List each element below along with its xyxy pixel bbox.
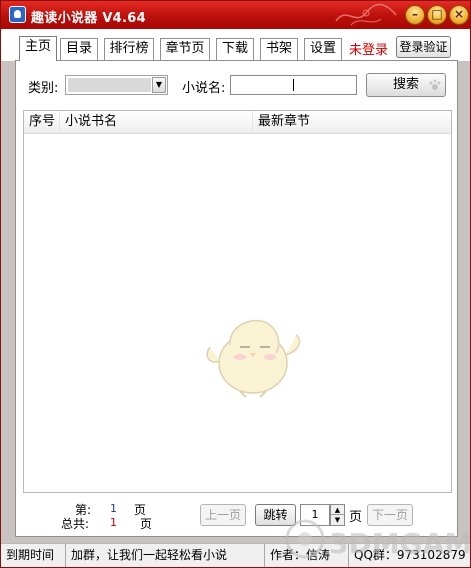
jump-page-input[interactable]: 1: [300, 504, 330, 526]
mascot-chick-icon: [206, 319, 301, 398]
total-pages-label: 总共:: [61, 517, 90, 531]
spin-up-icon[interactable]: ▲: [331, 505, 344, 515]
search-button-label: 搜索: [392, 77, 419, 92]
tab-ranking[interactable]: 排行榜: [104, 38, 154, 60]
title-decoration-icon: [335, 3, 397, 26]
status-qq-group[interactable]: QQ群：973102879: [349, 544, 470, 567]
current-page-number: 1: [110, 502, 117, 515]
minimize-button[interactable]: –: [405, 5, 425, 25]
search-button[interactable]: 搜索: [366, 73, 446, 97]
novel-name-input[interactable]: [230, 75, 357, 95]
novel-name-label: 小说名:: [182, 81, 226, 96]
home-panel: 类别: ▼ 小说名: 搜索 序号 小说书名 最新章节 第: 1 页 总共: 1 …: [15, 61, 458, 537]
tab-home[interactable]: 主页: [19, 36, 57, 61]
column-header-index[interactable]: 序号: [24, 111, 60, 133]
app-window: 趣读小说器 V4.64 – □ × 主页 目录 排行榜 章节页 下载 书架 设置…: [0, 0, 471, 568]
total-pages-unit: 页: [140, 517, 153, 531]
category-select[interactable]: ▼: [65, 75, 168, 95]
paw-icon: [429, 79, 441, 90]
status-bar: 到期时间 加群，让我们一起轻松看小说 作者：信涛 QQ群：973102879: [1, 543, 470, 567]
chevron-down-icon[interactable]: ▼: [152, 77, 166, 93]
status-expire-time: 到期时间: [1, 544, 66, 567]
status-group-message[interactable]: 加群，让我们一起轻松看小说: [66, 544, 265, 567]
jump-page-unit: 页: [349, 510, 363, 525]
spin-down-icon[interactable]: ▼: [331, 515, 344, 525]
prev-page-button[interactable]: 上一页: [200, 504, 246, 526]
text-caret: [293, 79, 294, 91]
tab-catalog[interactable]: 目录: [60, 38, 98, 60]
login-status: 未登录: [349, 43, 389, 58]
next-page-button[interactable]: 下一页: [367, 504, 413, 526]
category-value: [68, 78, 151, 92]
novel-table[interactable]: 序号 小说书名 最新章节: [23, 110, 452, 493]
column-header-latest-chapter[interactable]: 最新章节: [253, 111, 451, 133]
table-header: 序号 小说书名 最新章节: [24, 111, 451, 134]
login-verify-button[interactable]: 登录验证: [396, 36, 451, 58]
tab-bookshelf[interactable]: 书架: [260, 38, 298, 60]
category-label: 类别:: [28, 81, 59, 96]
pagination-bar: 第: 1 页 总共: 1 页 上一页 跳转 1 ▲ ▼ 页 下一页: [16, 497, 457, 535]
tab-settings[interactable]: 设置: [304, 38, 342, 60]
maximize-button[interactable]: □: [427, 5, 447, 25]
close-button[interactable]: ×: [449, 5, 469, 25]
tab-download[interactable]: 下载: [216, 38, 254, 60]
jump-button[interactable]: 跳转: [255, 504, 296, 526]
app-logo-icon: [9, 6, 26, 23]
page-spinner[interactable]: ▲ ▼: [330, 504, 345, 526]
title-bar[interactable]: 趣读小说器 V4.64 – □ ×: [1, 1, 470, 29]
column-header-title[interactable]: 小说书名: [60, 111, 253, 133]
status-author: 作者：信涛: [265, 544, 349, 567]
total-pages-number: 1: [110, 516, 117, 529]
tab-chapter-page[interactable]: 章节页: [160, 38, 210, 60]
window-title: 趣读小说器 V4.64: [31, 11, 146, 26]
tab-bar: 主页 目录 排行榜 章节页 下载 书架 设置 未登录 登录验证: [1, 29, 470, 61]
